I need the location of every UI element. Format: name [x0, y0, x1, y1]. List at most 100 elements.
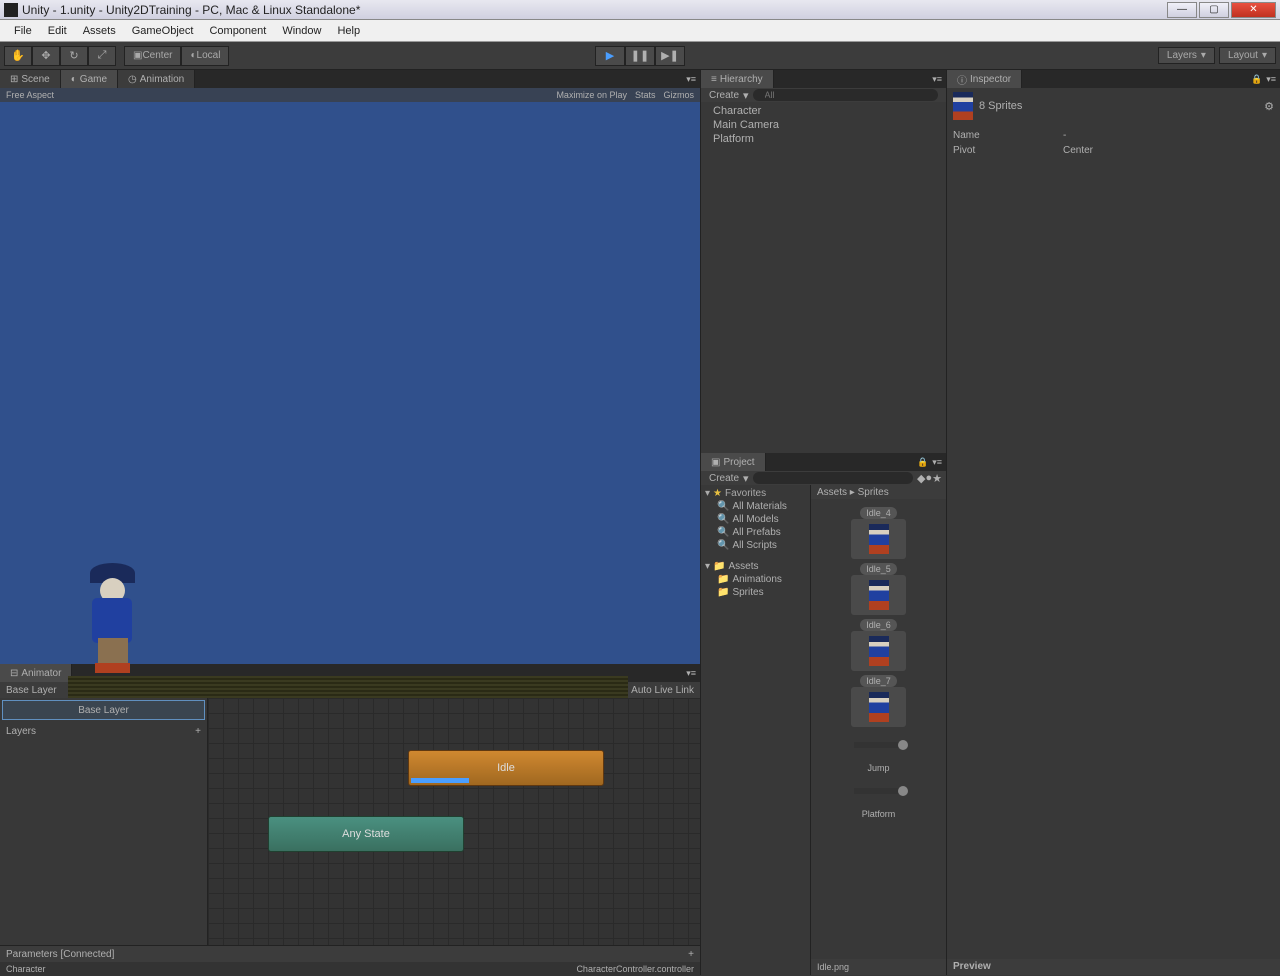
tab-options-icon[interactable]: ▾≡ — [1266, 74, 1276, 85]
inspector-properties: Name- PivotCenter — [947, 124, 1280, 162]
game-view: Free Aspect Maximize on Play Stats Gizmo… — [0, 88, 700, 664]
favorites-folder[interactable]: ▾★Favorites — [703, 487, 808, 500]
favorite-item[interactable]: 🔍All Models — [703, 513, 808, 526]
tab-options-icon[interactable]: ▾≡ — [932, 74, 942, 85]
menu-file[interactable]: File — [6, 23, 40, 39]
animator-icon: ⊟ — [10, 668, 18, 679]
asset-item[interactable]: Idle_5 — [849, 563, 909, 615]
menu-assets[interactable]: Assets — [75, 23, 124, 39]
state-any[interactable]: Any State — [268, 816, 464, 852]
move-tool[interactable]: ✥ — [32, 46, 60, 66]
lock-icon[interactable]: 🔒 — [917, 457, 928, 468]
tab-options-icon[interactable]: ▾≡ — [686, 668, 696, 679]
project-create-button[interactable]: Create — [705, 473, 743, 484]
preview-panel-header[interactable]: Preview — [947, 959, 1280, 975]
inspector-icon: ⓘ — [957, 72, 967, 87]
add-layer-button[interactable]: + — [195, 726, 201, 737]
scale-tool[interactable]: ⤢ — [88, 46, 116, 66]
inspector-header: 8 Sprites ⚙ — [947, 88, 1280, 124]
filter-icon[interactable]: ★ — [932, 472, 942, 485]
lock-icon[interactable]: 🔒 — [1251, 74, 1262, 85]
tab-inspector[interactable]: ⓘInspector — [947, 70, 1022, 88]
tab-options-icon[interactable]: ▾≡ — [932, 457, 942, 468]
favorite-item[interactable]: 🔍All Materials — [703, 500, 808, 513]
favorite-item[interactable]: 🔍All Prefabs — [703, 526, 808, 539]
tab-game[interactable]: ◐Game — [61, 70, 118, 88]
character-sprite — [80, 563, 145, 673]
prop-value: Center — [1063, 145, 1093, 156]
hierarchy-icon: ≡ — [711, 74, 717, 85]
animation-icon: ◷ — [128, 74, 137, 85]
stats-toggle[interactable]: Stats — [635, 90, 656, 100]
filter-icon[interactable]: ● — [925, 472, 932, 484]
layer-base[interactable]: Base Layer — [2, 700, 205, 720]
inspector-title: 8 Sprites — [979, 100, 1022, 112]
tab-animator[interactable]: ⊟Animator — [0, 664, 72, 682]
minimize-button[interactable]: — — [1167, 2, 1197, 18]
tab-animation[interactable]: ◷Animation — [118, 70, 195, 88]
settings-icon[interactable]: ⚙ — [1264, 100, 1274, 113]
menu-gameobject[interactable]: GameObject — [124, 23, 202, 39]
animator-breadcrumb[interactable]: Base Layer — [6, 685, 57, 696]
asset-item[interactable]: Idle_7 — [849, 675, 909, 727]
state-idle[interactable]: Idle — [408, 750, 604, 786]
animator-controller: CharacterController.controller — [576, 964, 694, 974]
menu-help[interactable]: Help — [329, 23, 368, 39]
tab-project[interactable]: ▣Project — [701, 453, 766, 471]
hierarchy-item[interactable]: Platform — [707, 132, 940, 146]
folder-item[interactable]: 📁Animations — [703, 573, 808, 586]
add-parameter-button[interactable]: + — [688, 949, 694, 960]
filter-icon[interactable]: ◆ — [917, 472, 925, 485]
hierarchy-item[interactable]: Character — [707, 104, 940, 118]
menu-window[interactable]: Window — [274, 23, 329, 39]
scene-icon: ⊞ — [10, 74, 18, 85]
folder-icon: 📁 — [717, 587, 729, 598]
play-button[interactable]: ▶ — [595, 46, 625, 66]
pause-button[interactable]: ❚❚ — [625, 46, 655, 66]
project-icon: ▣ — [711, 457, 720, 468]
tab-hierarchy[interactable]: ≡Hierarchy — [701, 70, 774, 88]
gizmos-dropdown[interactable]: Gizmos — [663, 90, 694, 100]
step-button[interactable]: ▶❚ — [655, 46, 685, 66]
asset-item[interactable]: Jump — [849, 742, 909, 773]
folder-icon: 📁 — [717, 574, 729, 585]
project-footer: Idle.png — [811, 959, 946, 975]
hierarchy-item[interactable]: Main Camera — [707, 118, 940, 132]
project-search[interactable] — [753, 472, 913, 484]
view-tabs: ⊞Scene ◐Game ◷Animation ▾≡ — [0, 70, 700, 88]
hierarchy-create-button[interactable]: Create — [705, 90, 743, 101]
layout-dropdown[interactable]: Layout — [1219, 47, 1276, 64]
asset-item[interactable]: Idle_4 — [849, 507, 909, 559]
aspect-dropdown[interactable]: Free Aspect — [6, 90, 54, 100]
toolbar: ✋ ✥ ↻ ⤢ ▣ Center ◐ Local ▶ ❚❚ ▶❚ Layers … — [0, 42, 1280, 70]
animator-graph[interactable]: Idle Any State — [208, 698, 700, 945]
layers-dropdown[interactable]: Layers — [1158, 47, 1215, 64]
rotate-tool[interactable]: ↻ — [60, 46, 88, 66]
animator-panel: ⊟Animator ▾≡ Base Layer Auto Live Link B… — [0, 664, 700, 975]
menu-edit[interactable]: Edit — [40, 23, 75, 39]
auto-live-link-toggle[interactable]: Auto Live Link — [631, 685, 694, 696]
asset-item[interactable]: Platform — [849, 788, 909, 819]
tab-scene[interactable]: ⊞Scene — [0, 70, 61, 88]
hand-tool[interactable]: ✋ — [4, 46, 32, 66]
hierarchy-list: Character Main Camera Platform — [701, 102, 946, 453]
maximize-button[interactable]: ▢ — [1199, 2, 1229, 18]
game-icon: ◐ — [71, 74, 77, 85]
window-title: Unity - 1.unity - Unity2DTraining - PC, … — [22, 3, 1167, 17]
maximize-on-play-toggle[interactable]: Maximize on Play — [556, 90, 627, 100]
menu-component[interactable]: Component — [201, 23, 274, 39]
folder-item[interactable]: 📁Sprites — [703, 586, 808, 599]
tab-options-icon[interactable]: ▾≡ — [686, 74, 696, 85]
pivot-center-toggle[interactable]: ▣ Center — [124, 46, 181, 66]
hierarchy-search[interactable] — [753, 89, 938, 101]
favorite-item[interactable]: 🔍All Scripts — [703, 539, 808, 552]
project-tree: ▾★Favorites 🔍All Materials 🔍All Models 🔍… — [701, 485, 811, 975]
asset-item[interactable]: Idle_6 — [849, 619, 909, 671]
state-progress-bar — [411, 778, 469, 783]
assets-folder[interactable]: ▾📁Assets — [703, 560, 808, 573]
project-breadcrumb[interactable]: Assets ▸ Sprites — [811, 485, 946, 499]
parameters-label: Parameters [Connected] — [6, 949, 114, 960]
pivot-local-toggle[interactable]: ◐ Local — [181, 46, 229, 66]
menubar: File Edit Assets GameObject Component Wi… — [0, 20, 1280, 42]
close-button[interactable]: ✕ — [1231, 2, 1276, 18]
